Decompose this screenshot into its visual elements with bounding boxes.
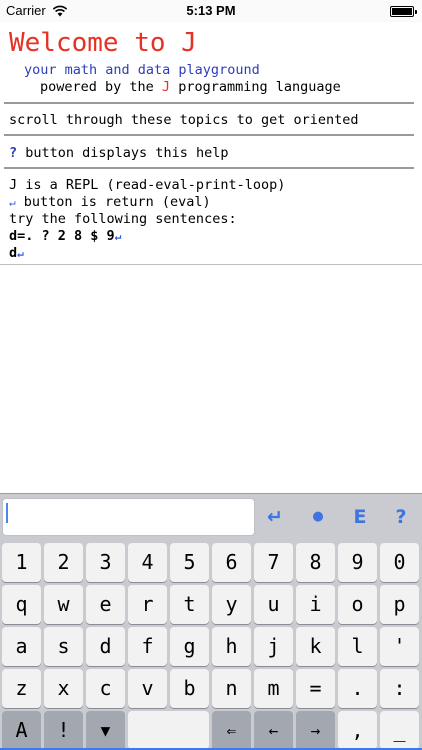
key-0[interactable]: 0 [380,543,419,582]
key-i[interactable]: i [296,585,335,624]
status-bar: Carrier 5:13 PM [0,0,422,22]
status-time: 5:13 PM [186,3,236,18]
return-hint-text: button is return (eval) [15,194,211,210]
battery-icon [390,6,417,17]
sentence-2: d↵ [9,245,24,261]
key-equals[interactable]: = [296,669,335,708]
key-q[interactable]: q [2,585,41,624]
divider [4,102,414,104]
key-p[interactable]: p [380,585,419,624]
input-row: ↵ ● E ? [0,494,422,540]
j-keyboard: ↵ ● E ? 1 2 3 4 5 6 7 8 9 0 q w e r t y … [0,493,422,750]
key-1[interactable]: 1 [2,543,41,582]
key-colon[interactable]: : [380,669,419,708]
key-z[interactable]: z [2,669,41,708]
divider [4,134,414,136]
hide-keyboard-key[interactable]: ▼ [86,711,125,750]
help-key-glyph: ? [9,145,18,161]
key-a[interactable]: a [2,627,41,666]
powered-j: J [161,79,171,95]
key-s[interactable]: s [44,627,83,666]
key-v[interactable]: v [128,669,167,708]
key-6[interactable]: 6 [212,543,251,582]
key-w[interactable]: w [44,585,83,624]
key-j[interactable]: j [254,627,293,666]
command-input[interactable] [2,498,255,536]
key-f[interactable]: f [128,627,167,666]
key-r[interactable]: r [128,585,167,624]
divider [4,167,414,169]
key-x[interactable]: x [44,669,83,708]
help-bottom-divider [0,264,422,265]
dot-button[interactable]: ● [298,500,338,534]
key-8[interactable]: 8 [296,543,335,582]
key-bang[interactable]: ! [44,711,83,750]
help-hint-text: button displays this help [17,145,229,161]
key-l[interactable]: l [338,627,377,666]
key-m[interactable]: m [254,669,293,708]
key-3[interactable]: 3 [86,543,125,582]
space-key[interactable] [128,711,209,750]
key-4[interactable]: 4 [128,543,167,582]
return-button[interactable]: ↵ [255,500,295,534]
return-icon: ↵ [9,196,16,209]
key-u[interactable]: u [254,585,293,624]
e-button[interactable]: E [340,500,380,534]
backspace-key[interactable]: ⇐ [212,711,251,750]
key-t[interactable]: t [170,585,209,624]
help-button[interactable]: ? [381,500,421,534]
sentence-2-text: d [9,245,18,261]
key-c[interactable]: c [86,669,125,708]
powered-prefix: powered by the [40,79,162,95]
key-5[interactable]: 5 [170,543,209,582]
cursor-right-key[interactable]: → [296,711,335,750]
powered-suffix: programming language [170,79,341,95]
key-comma[interactable]: , [338,711,377,750]
scroll-hint: scroll through these topics to get orien… [9,112,359,128]
key-underscore[interactable]: _ [380,711,419,750]
text-caret [6,503,8,523]
help-hint: ? button displays this help [9,145,228,161]
return-hint: ↵ button is return (eval) [9,194,211,210]
key-d[interactable]: d [86,627,125,666]
key-h[interactable]: h [212,627,251,666]
return-icon: ↵ [114,230,122,243]
sentence-1: d=. ? 2 8 $ 9↵ [9,228,121,244]
key-o[interactable]: o [338,585,377,624]
key-g[interactable]: g [170,627,209,666]
key-b[interactable]: b [170,669,209,708]
shift-key[interactable]: A [2,711,41,750]
subtitle: your math and data playground [24,62,260,78]
try-text: try the following sentences: [9,211,237,227]
sentence-1-text: d=. ? 2 8 $ 9 [9,228,115,244]
key-apostrophe[interactable]: ' [380,627,419,666]
return-icon: ↵ [17,247,24,260]
key-period[interactable]: . [338,669,377,708]
key-e[interactable]: e [86,585,125,624]
key-k[interactable]: k [296,627,335,666]
key-9[interactable]: 9 [338,543,377,582]
page-title: Welcome to J [9,28,197,58]
powered-by-line: powered by the J programming language [40,79,341,95]
key-2[interactable]: 2 [44,543,83,582]
cursor-left-key[interactable]: ← [254,711,293,750]
key-n[interactable]: n [212,669,251,708]
repl-text: J is a REPL (read-eval-print-loop) [9,177,286,193]
key-7[interactable]: 7 [254,543,293,582]
key-y[interactable]: y [212,585,251,624]
